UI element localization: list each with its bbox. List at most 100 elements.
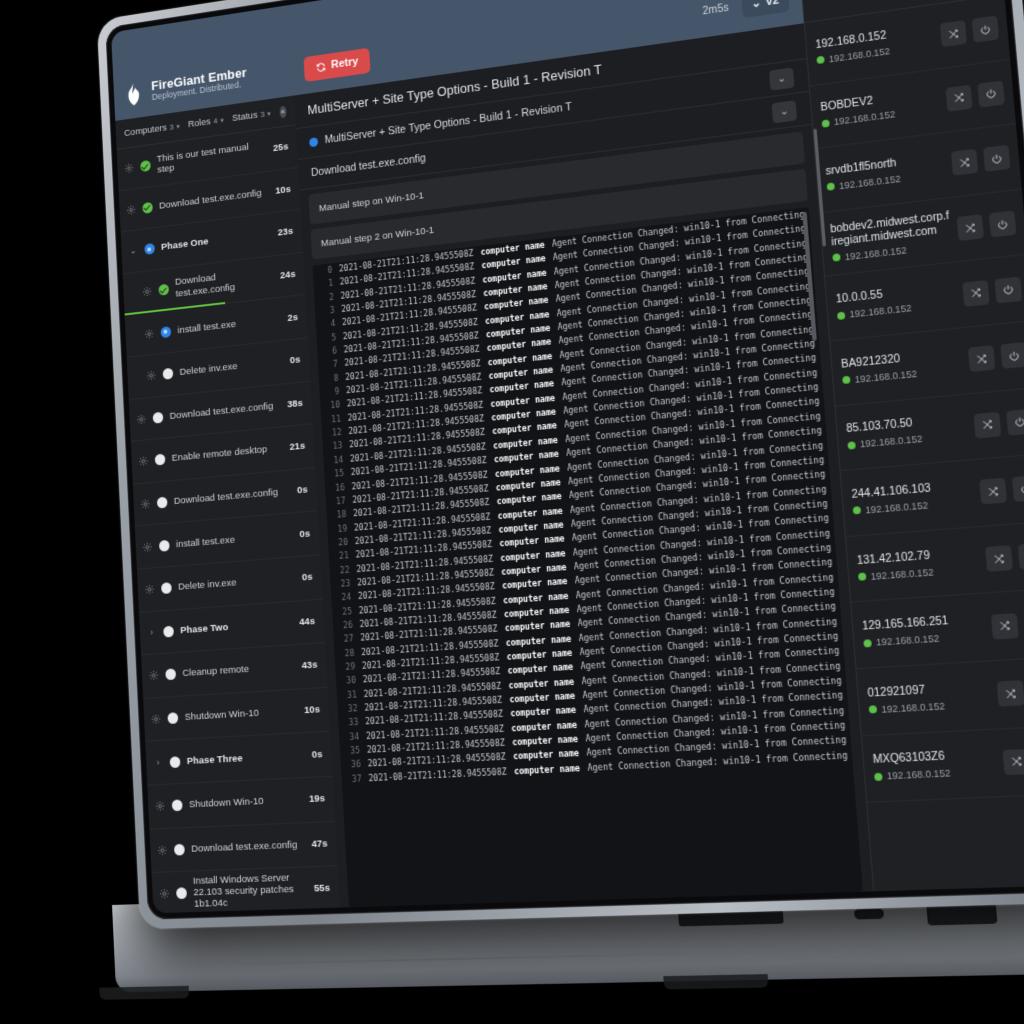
shuffle-button[interactable]	[973, 411, 1002, 439]
app-window: Auto Jump to...	[111, 0, 1024, 914]
shuffle-button[interactable]	[962, 279, 990, 307]
step-status-dot	[163, 625, 175, 638]
shuffle-icon	[1010, 755, 1023, 768]
shuffle-icon	[998, 619, 1011, 632]
computer-info: MXQ63103Z6 192.168.0.152	[873, 748, 998, 782]
step-duration: 43s	[301, 659, 318, 673]
chevron-icon[interactable]: ⌄	[128, 245, 139, 257]
log-line-number: 15	[334, 468, 345, 479]
computers-title: Computers	[814, 0, 886, 2]
gear-icon[interactable]	[124, 162, 135, 174]
shuffle-button[interactable]	[1002, 748, 1024, 776]
computer-row[interactable]: 012921097 192.168.0.152	[856, 657, 1024, 736]
shuffle-icon	[993, 552, 1006, 565]
gear-icon[interactable]	[159, 888, 170, 900]
step-duration: 2s	[287, 311, 299, 324]
laptop-lid: Auto Jump to...	[96, 0, 1024, 930]
shuffle-button[interactable]	[945, 84, 973, 112]
step-status-dot	[142, 201, 153, 214]
shuffle-button[interactable]	[990, 612, 1019, 640]
log-line-number: 12	[331, 427, 342, 438]
filter-status[interactable]: Status 3 ▾	[232, 108, 271, 124]
step-status-dot	[152, 411, 164, 424]
computer-ip: 192.168.0.152	[870, 566, 934, 582]
gear-icon[interactable]	[150, 713, 161, 725]
step-duration: 10s	[275, 183, 292, 197]
gear-icon[interactable]	[146, 370, 157, 382]
power-button[interactable]	[971, 15, 1000, 44]
step-row[interactable]: Download test.exe.config 47s	[149, 821, 338, 874]
step-label: install test.exe	[175, 533, 236, 550]
step-duration: 38s	[286, 397, 304, 411]
step-status-dot	[144, 243, 156, 256]
shuffle-button[interactable]	[939, 20, 967, 48]
power-button[interactable]	[1006, 408, 1024, 436]
step-duration: 55s	[313, 882, 331, 896]
step-row[interactable]: Shutdown Win-10 19s	[147, 776, 336, 830]
log-line-number: 34	[349, 731, 360, 742]
power-button[interactable]	[1000, 342, 1024, 370]
power-button[interactable]	[1011, 475, 1024, 503]
chevron-icon[interactable]: ›	[146, 627, 157, 638]
shuffle-icon	[958, 156, 970, 169]
shuffle-icon	[987, 485, 1000, 498]
log-line-number: 22	[339, 564, 350, 576]
gear-icon[interactable]	[140, 498, 151, 510]
step-row[interactable]: Install Windows Server 22.103 security p…	[151, 866, 340, 914]
step-status-dot	[169, 755, 181, 768]
shuffle-button[interactable]	[985, 545, 1013, 572]
gear-icon[interactable]	[157, 844, 168, 856]
shuffle-button[interactable]	[996, 680, 1024, 707]
gear-icon[interactable]	[126, 204, 137, 216]
shuffle-icon	[964, 221, 977, 234]
log-line-number: 25	[342, 606, 353, 617]
clear-filters-button[interactable]: ×	[278, 105, 287, 118]
power-button[interactable]	[977, 80, 1005, 108]
step-duration: 10s	[303, 703, 321, 717]
base-seam	[191, 951, 731, 967]
step-duration: 47s	[311, 837, 328, 851]
shuffle-button[interactable]	[951, 149, 979, 177]
computer-row[interactable]: 129.165.166.251 192.168.0.152	[851, 589, 1024, 670]
step-label: Download test.exe.config	[173, 486, 279, 508]
manual-step-1-label: Manual step 2 on Win-10-1	[320, 224, 435, 249]
step-status-dot	[158, 539, 170, 552]
log-console[interactable]: 0 2021-08-21T21:11:28.9455508Z computer na…	[312, 207, 863, 908]
step-label: Download test.exe.config	[158, 187, 262, 212]
shuffle-icon	[1004, 687, 1017, 700]
shuffle-button[interactable]	[956, 214, 984, 242]
log-lines: 0 2021-08-21T21:11:28.9455508Z computer na…	[312, 207, 863, 787]
power-button[interactable]	[983, 145, 1011, 173]
gear-icon[interactable]	[148, 670, 159, 682]
log-line-number: 37	[351, 773, 362, 784]
chevron-down-icon: ⌄	[771, 99, 798, 123]
filter-label: Computers	[123, 122, 168, 140]
online-status-dot	[847, 441, 856, 450]
computer-ip: 192.168.0.152	[859, 433, 923, 451]
power-button[interactable]	[994, 276, 1023, 304]
gear-icon[interactable]	[142, 286, 153, 298]
gear-icon[interactable]	[155, 800, 166, 812]
gear-icon[interactable]	[138, 456, 149, 468]
shuffle-button[interactable]	[979, 478, 1008, 505]
filter-computers[interactable]: Computers 3 ▾	[124, 121, 180, 139]
computer-row[interactable]: MXQ63103Z6 192.168.0.152	[861, 725, 1024, 804]
gear-icon[interactable]	[144, 328, 155, 340]
laptop-foot-right	[662, 974, 769, 990]
flame-logo-icon	[127, 81, 140, 106]
gear-icon[interactable]	[142, 541, 153, 553]
log-line-number: 28	[344, 648, 355, 659]
retry-button[interactable]: Retry	[303, 47, 371, 82]
gear-icon[interactable]	[136, 413, 147, 425]
online-status-dot	[863, 638, 872, 648]
gear-icon[interactable]	[144, 584, 155, 596]
chevron-icon[interactable]: ›	[153, 757, 164, 768]
power-button[interactable]	[988, 210, 1017, 238]
version-select[interactable]: ⌄ v2	[740, 0, 790, 19]
laptop-device: Auto Jump to...	[0, 0, 1024, 1024]
shuffle-button[interactable]	[967, 345, 996, 373]
filter-roles[interactable]: Roles 4 ▾	[188, 114, 224, 130]
power-icon	[990, 152, 1003, 165]
shuffle-icon	[947, 27, 959, 40]
power-button[interactable]	[1017, 542, 1024, 570]
